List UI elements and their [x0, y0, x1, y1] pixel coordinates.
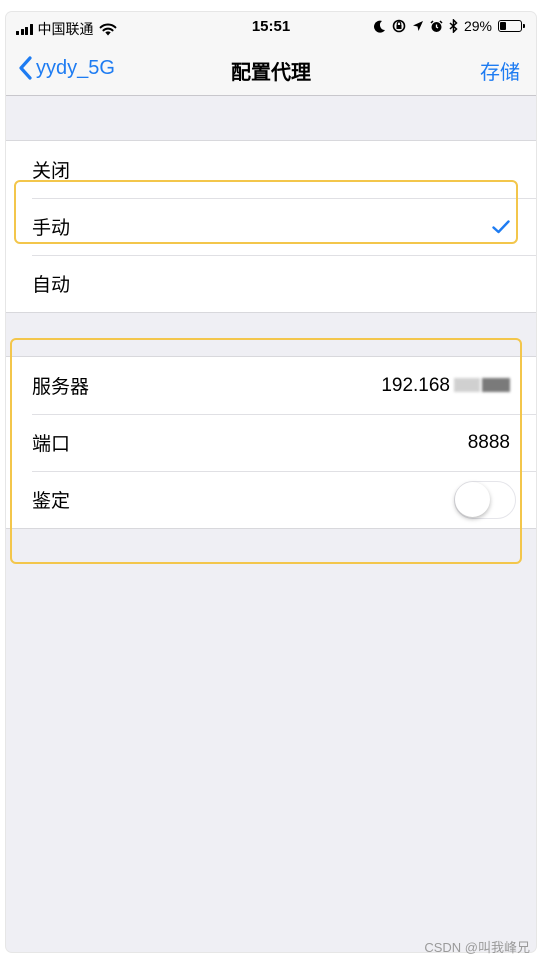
proxy-mode-auto[interactable]: 自动: [6, 255, 536, 312]
save-button[interactable]: 存储: [480, 56, 520, 85]
page-title: 配置代理: [231, 62, 311, 84]
server-label: 服务器: [32, 377, 90, 398]
port-row[interactable]: 端口 8888: [6, 414, 536, 471]
watermark: CSDN @叫我峰兄: [424, 940, 530, 955]
auth-row: 鉴定: [6, 471, 536, 528]
proxy-mode-list: 关闭 手动 自动: [6, 140, 536, 313]
auth-toggle[interactable]: [454, 480, 516, 519]
port-value[interactable]: 8888: [468, 432, 510, 454]
checkmark-icon: [492, 219, 510, 233]
battery-icon: [498, 20, 525, 32]
proxy-mode-off[interactable]: 关闭: [6, 141, 536, 198]
proxy-mode-label: 自动: [32, 275, 71, 296]
bluetooth-icon: [449, 19, 458, 33]
server-value[interactable]: 192.168: [381, 375, 510, 397]
battery-percent: 29%: [463, 18, 492, 34]
server-value-text: 192.168: [381, 374, 450, 396]
moon-icon: [373, 20, 385, 33]
battery-fill: [500, 22, 506, 30]
proxy-mode-label: 关闭: [32, 161, 71, 182]
phone-screen: 中国联通 15:51 29% yydy_5G 配置代理 存储 关闭 手动 自动 …: [6, 12, 536, 952]
redacted-blur: [454, 378, 480, 393]
auth-label: 鉴定: [32, 491, 71, 512]
redacted-blur: [482, 378, 510, 393]
toggle-knob: [455, 481, 490, 517]
alarm-icon: [430, 19, 443, 32]
location-icon: [412, 21, 423, 31]
port-label: 端口: [32, 434, 71, 455]
proxy-mode-manual[interactable]: 手动: [6, 198, 536, 255]
manual-proxy-settings: 服务器 192.168 端口 8888 鉴定: [6, 356, 536, 529]
navigation-bar: yydy_5G 配置代理 存储: [6, 44, 536, 96]
status-right: 29%: [373, 18, 525, 34]
proxy-mode-label: 手动: [32, 218, 71, 239]
orientation-lock-icon: [392, 19, 406, 33]
server-row[interactable]: 服务器 192.168: [6, 357, 536, 414]
status-bar: 中国联通 15:51 29%: [6, 12, 536, 44]
